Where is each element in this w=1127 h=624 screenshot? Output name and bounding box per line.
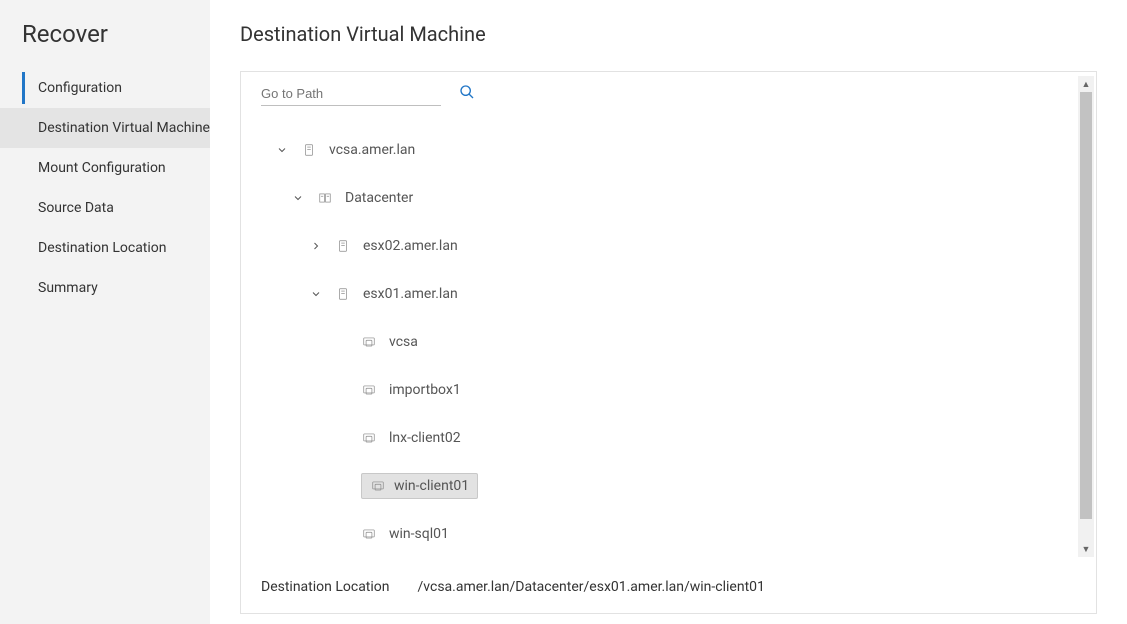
- search-icon[interactable]: [459, 84, 475, 104]
- sidebar-item-label: Destination Virtual Machine: [38, 120, 210, 136]
- chevron-down-icon[interactable]: [309, 287, 323, 301]
- tree: vcsa.amer.lan Datacenter: [261, 120, 1076, 558]
- tree-node-label: win-client01: [394, 478, 469, 494]
- search-row: [261, 82, 1076, 120]
- tree-node-esx01[interactable]: esx01.amer.lan: [261, 270, 1076, 318]
- sidebar-item-label: Configuration: [38, 80, 122, 96]
- sidebar-item-destination-vm[interactable]: Destination Virtual Machine: [0, 108, 210, 148]
- vm-icon: [361, 430, 377, 446]
- vm-icon: [361, 526, 377, 542]
- sidebar-item-label: Destination Location: [38, 240, 167, 256]
- sidebar-item-destination-location[interactable]: Destination Location: [0, 228, 210, 268]
- scrollbar[interactable]: ▲ ▼: [1078, 76, 1094, 557]
- tree-node-lnx-client02[interactable]: lnx-client02: [261, 414, 1076, 462]
- tree-node-label: vcsa: [389, 334, 418, 350]
- sidebar-item-label: Summary: [38, 280, 98, 296]
- destination-location-path: /vcsa.amer.lan/Datacenter/esx01.amer.lan…: [418, 579, 765, 595]
- sidebar-item-configuration[interactable]: Configuration: [0, 68, 210, 108]
- destination-location-label: Destination Location: [261, 579, 390, 595]
- tree-node-label: esx01.amer.lan: [363, 286, 458, 302]
- sidebar-item-summary[interactable]: Summary: [0, 268, 210, 308]
- tree-node-label: win-sql01: [389, 526, 449, 542]
- tree-panel-body: vcsa.amer.lan Datacenter: [241, 72, 1096, 561]
- tree-node-win-sql01[interactable]: win-sql01: [261, 510, 1076, 558]
- tree-node-datacenter[interactable]: Datacenter: [261, 174, 1076, 222]
- search-input[interactable]: [261, 82, 441, 106]
- sidebar: Recover Configuration Destination Virtua…: [0, 0, 210, 624]
- host-icon: [335, 286, 351, 302]
- tree-node-label: lnx-client02: [389, 430, 461, 446]
- vm-icon: [361, 334, 377, 350]
- tree-node-label: vcsa.amer.lan: [329, 142, 415, 158]
- sidebar-item-label: Source Data: [38, 200, 114, 216]
- scroll-track[interactable]: [1080, 92, 1092, 541]
- sidebar-items: Configuration Destination Virtual Machin…: [0, 68, 210, 308]
- chevron-right-icon[interactable]: [309, 239, 323, 253]
- sidebar-item-mount-configuration[interactable]: Mount Configuration: [0, 148, 210, 188]
- tree-node-esx02[interactable]: esx02.amer.lan: [261, 222, 1076, 270]
- panel-footer: Destination Location /vcsa.amer.lan/Data…: [241, 561, 1096, 613]
- sidebar-item-source-data[interactable]: Source Data: [0, 188, 210, 228]
- server-icon: [301, 142, 317, 158]
- page-title: Destination Virtual Machine: [240, 22, 1097, 46]
- scroll-up-icon[interactable]: ▲: [1078, 76, 1094, 92]
- scroll-down-icon[interactable]: ▼: [1078, 541, 1094, 557]
- datacenter-icon: [317, 190, 333, 206]
- tree-node-vcsa-vm[interactable]: vcsa: [261, 318, 1076, 366]
- scroll-thumb[interactable]: [1080, 92, 1092, 519]
- sidebar-title: Recover: [0, 20, 210, 68]
- vm-icon: [370, 478, 386, 494]
- sidebar-item-label: Mount Configuration: [38, 160, 166, 176]
- tree-node-vcsa-amer-lan[interactable]: vcsa.amer.lan: [261, 126, 1076, 174]
- chevron-down-icon[interactable]: [275, 143, 289, 157]
- tree-panel: vcsa.amer.lan Datacenter: [240, 71, 1097, 614]
- host-icon: [335, 238, 351, 254]
- tree-node-win-client01[interactable]: win-client01: [261, 462, 1076, 510]
- tree-node-label: esx02.amer.lan: [363, 238, 458, 254]
- tree-node-label: importbox1: [389, 382, 461, 398]
- tree-node-label: Datacenter: [345, 190, 413, 206]
- vm-icon: [361, 382, 377, 398]
- main-content: Destination Virtual Machine vcsa.amer.la: [210, 0, 1127, 624]
- chevron-down-icon[interactable]: [291, 191, 305, 205]
- tree-node-importbox1[interactable]: importbox1: [261, 366, 1076, 414]
